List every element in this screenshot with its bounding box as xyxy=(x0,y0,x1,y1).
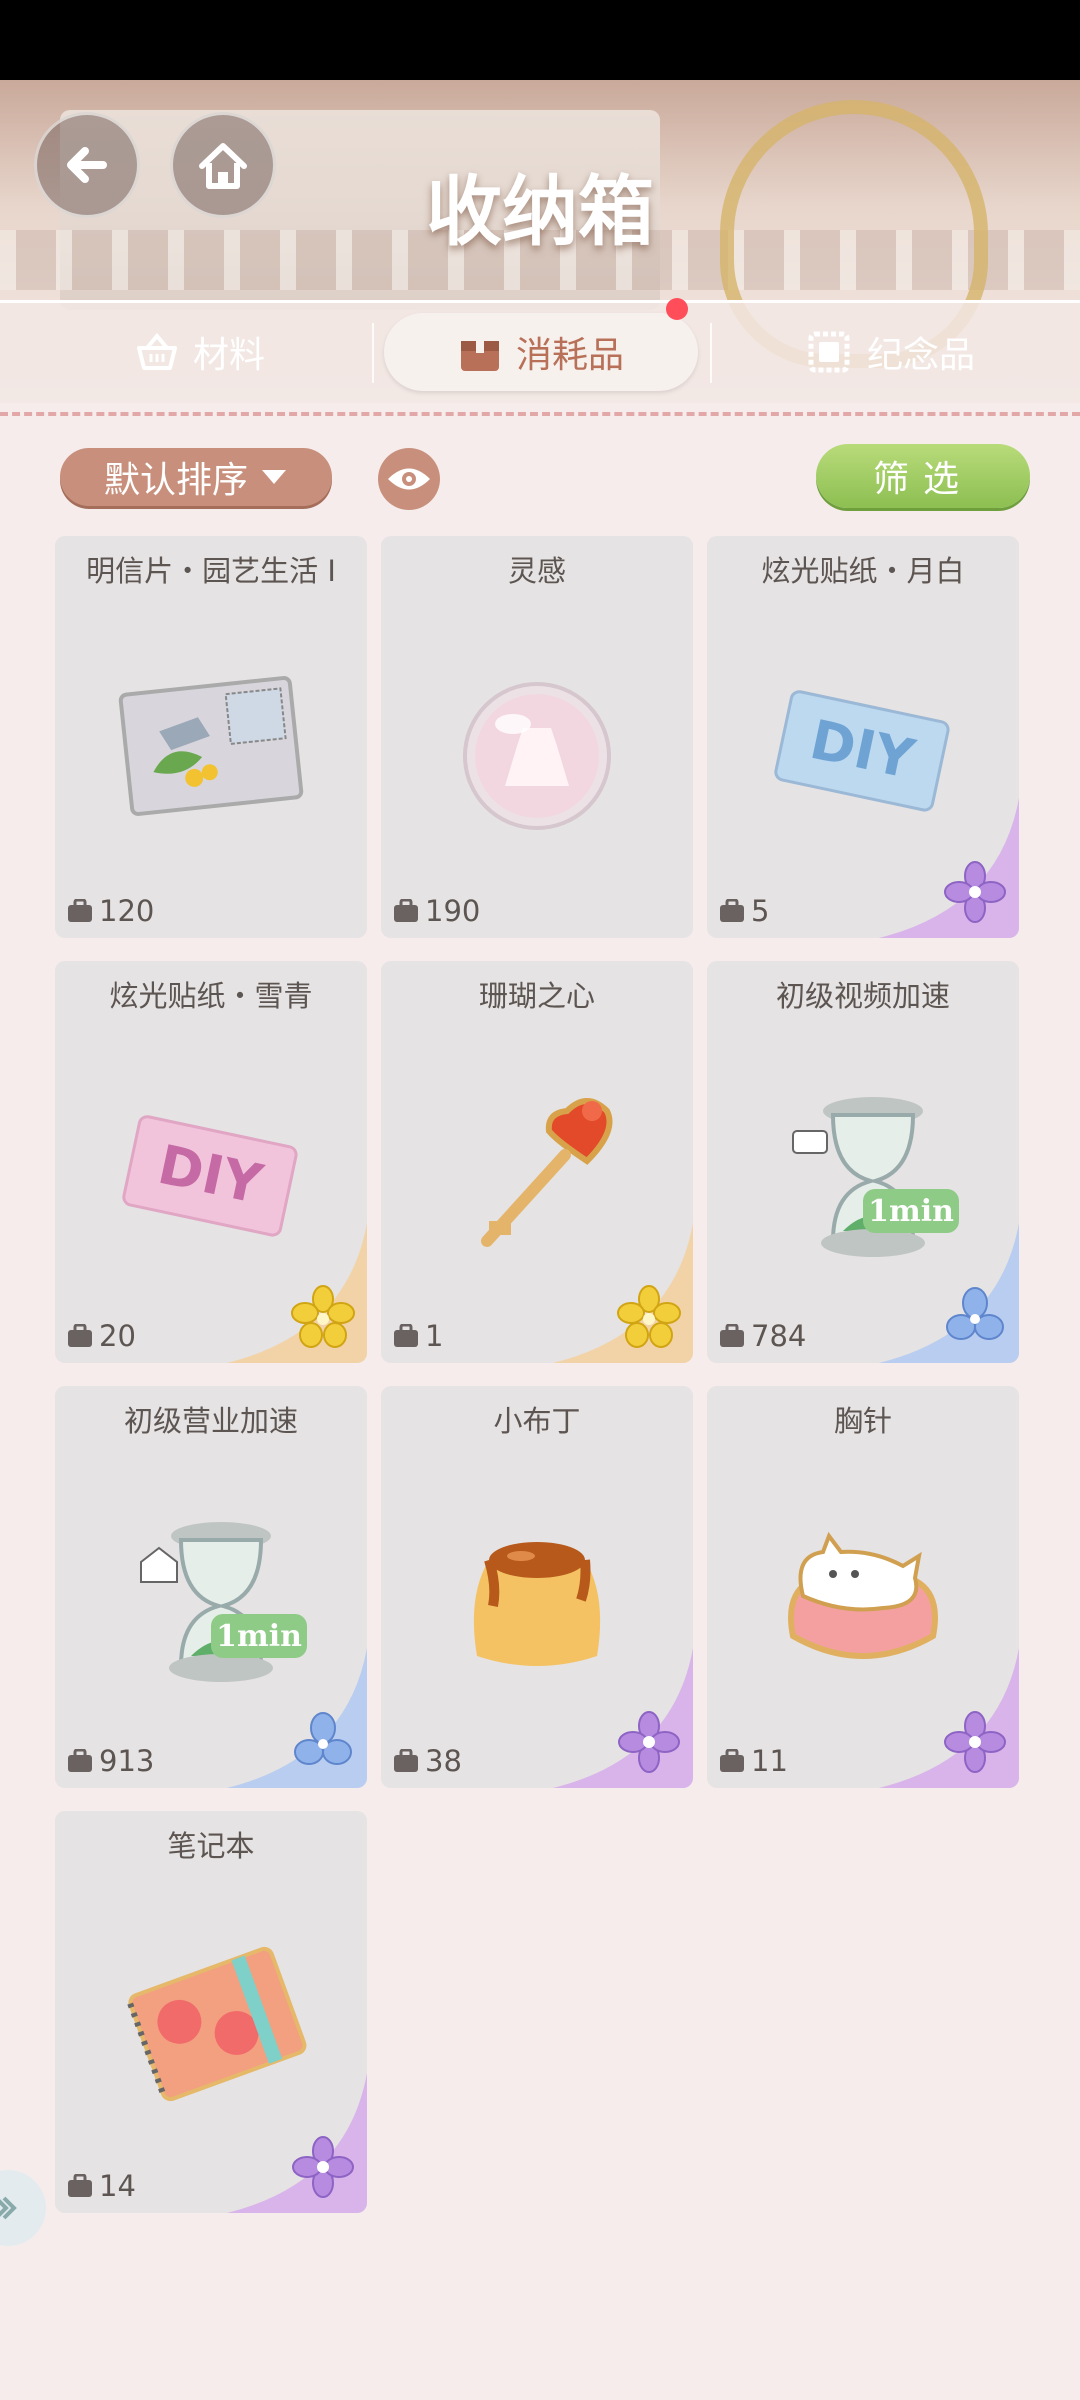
diy-sticker-blue-icon: DIY xyxy=(774,690,950,812)
item-count: 190 xyxy=(393,894,480,928)
side-expand-button[interactable] xyxy=(0,2170,46,2246)
status-bar xyxy=(0,0,1080,80)
duration-badge: 1min xyxy=(216,1619,302,1654)
bag-icon xyxy=(68,1749,92,1772)
item-card[interactable]: 炫光贴纸・月白 DIY 5 xyxy=(707,536,1019,938)
item-name: 初级视频加速 xyxy=(775,979,950,1013)
tab-label: 纪念品 xyxy=(866,335,975,376)
tab-divider xyxy=(710,323,712,383)
item-count: 14 xyxy=(67,2169,136,2203)
tab-bar: 材料 消耗品 纪念品 xyxy=(0,300,1080,403)
item-name: 炫光贴纸・月白 xyxy=(761,554,965,588)
heart-key-icon xyxy=(481,1098,613,1247)
diy-sticker-pink-icon: DIY xyxy=(122,1115,298,1237)
duration-badge: 1min xyxy=(868,1194,954,1229)
item-name: 胸针 xyxy=(833,1404,892,1438)
item-name: 明信片・园艺生活 I xyxy=(86,554,336,588)
item-count: 11 xyxy=(719,1744,788,1778)
box-icon xyxy=(460,333,499,371)
bag-icon xyxy=(394,899,418,922)
gold-flower-icon xyxy=(291,1285,355,1348)
back-button[interactable] xyxy=(34,112,140,218)
item-name: 炫光贴纸・雪青 xyxy=(109,979,313,1013)
purple-flower-icon xyxy=(944,1711,1006,1773)
item-name: 灵感 xyxy=(507,554,566,588)
item-card[interactable]: 初级视频加速 1min 784 xyxy=(707,961,1019,1363)
basket-icon xyxy=(136,332,177,370)
blue-flower-icon xyxy=(294,1712,352,1765)
item-card[interactable]: 炫光贴纸・雪青 DIY 20 xyxy=(55,961,367,1363)
item-name: 笔记本 xyxy=(167,1829,255,1863)
item-count: 5 xyxy=(719,894,769,928)
hourglass-shop-icon: 1min xyxy=(140,1522,307,1682)
purple-flower-icon xyxy=(618,1711,680,1773)
sort-dropdown[interactable]: 默认排序 xyxy=(60,448,332,506)
item-card[interactable]: 明信片・园艺生活 I 120 xyxy=(55,536,367,938)
gold-flower-icon xyxy=(617,1285,681,1348)
purple-flower-icon xyxy=(292,2136,354,2198)
divider xyxy=(0,412,1080,416)
tab-label: 材料 xyxy=(192,335,265,376)
bag-icon xyxy=(720,1324,744,1347)
item-name: 珊瑚之心 xyxy=(478,979,595,1013)
item-card[interactable]: 小布丁 38 xyxy=(381,1386,693,1788)
blue-flower-icon xyxy=(946,1287,1004,1340)
postcard-icon xyxy=(118,676,304,816)
item-card[interactable]: 珊瑚之心 1 xyxy=(381,961,693,1363)
item-count: 120 xyxy=(67,894,154,928)
tab-souvenirs[interactable]: 纪念品 xyxy=(730,313,1050,391)
filter-label: 筛选 xyxy=(872,459,973,500)
bag-icon xyxy=(68,1324,92,1347)
notebook-icon xyxy=(127,1946,307,2102)
item-count: 20 xyxy=(67,1319,136,1353)
bag-icon xyxy=(394,1324,418,1347)
item-count: 913 xyxy=(67,1744,154,1778)
item-count: 1 xyxy=(393,1319,443,1353)
item-card[interactable]: 初级营业加速 1min 913 xyxy=(55,1386,367,1788)
sort-label: 默认排序 xyxy=(103,460,248,501)
item-count: 784 xyxy=(719,1319,806,1353)
double-chevron-right-icon xyxy=(0,2196,17,2220)
item-name: 初级营业加速 xyxy=(123,1404,298,1438)
tab-consumables[interactable]: 消耗品 xyxy=(384,313,698,391)
bag-icon xyxy=(68,899,92,922)
hourglass-video-icon: 1min xyxy=(792,1097,959,1257)
tab-divider xyxy=(372,323,374,383)
stamp-icon xyxy=(808,331,850,373)
item-card[interactable]: 胸针 11 xyxy=(707,1386,1019,1788)
purple-flower-icon xyxy=(944,861,1006,923)
bag-icon xyxy=(394,1749,418,1772)
tab-label: 消耗品 xyxy=(515,335,624,376)
bag-icon xyxy=(720,899,744,922)
tab-materials[interactable]: 材料 xyxy=(40,313,360,391)
bag-icon xyxy=(720,1749,744,1772)
home-icon xyxy=(199,143,247,189)
filter-button[interactable]: 筛选 xyxy=(816,444,1030,508)
item-count: 38 xyxy=(393,1744,462,1778)
pudding-icon xyxy=(473,1542,601,1666)
back-arrow-icon xyxy=(67,147,107,183)
cat-brooch-icon xyxy=(788,1531,938,1659)
bag-icon xyxy=(68,2174,92,2197)
eye-icon xyxy=(388,468,430,490)
visibility-toggle[interactable] xyxy=(378,448,440,510)
item-card[interactable]: 笔记本 14 xyxy=(55,1811,367,2213)
inspiration-orb-icon xyxy=(463,682,611,830)
notification-dot xyxy=(666,298,688,320)
item-card[interactable]: 灵感 190 xyxy=(381,536,693,938)
item-name: 小布丁 xyxy=(493,1404,581,1438)
page-title: 收纳箱 xyxy=(426,167,654,256)
home-button[interactable] xyxy=(170,112,276,218)
caret-down-icon xyxy=(262,470,286,484)
